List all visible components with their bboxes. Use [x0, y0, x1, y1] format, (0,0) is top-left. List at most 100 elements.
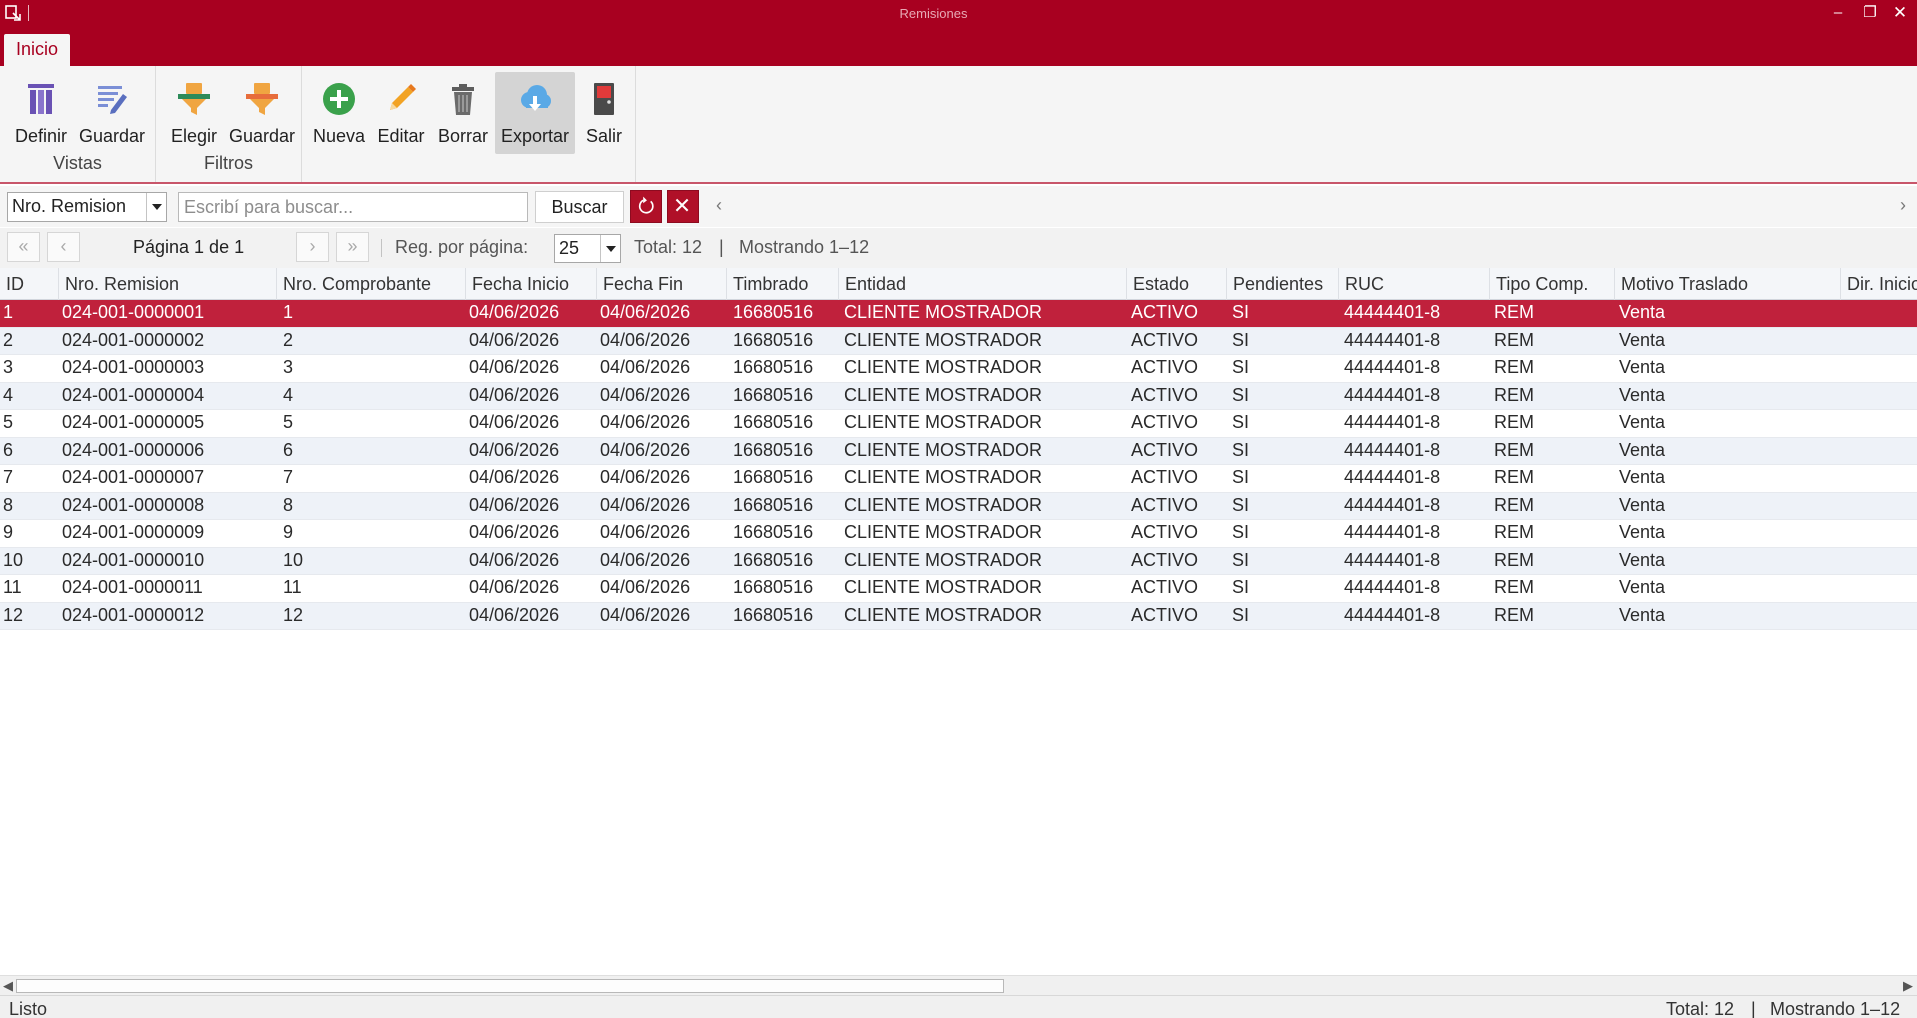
table-cell: 44444401-8 [1344, 467, 1441, 487]
table-cell: CLIENTE MOSTRADOR [844, 467, 1043, 487]
table-cell: 8 [283, 494, 294, 515]
table-cell: 16680516 [733, 357, 814, 377]
scroll-right-icon[interactable]: › [1900, 195, 1906, 216]
scroll-left-arrow-icon[interactable]: ◀ [3, 978, 13, 994]
table-row[interactable]: 12 024-001-0000012 12 04/06/2026 04/06/2026 1… [0, 602, 1917, 630]
table-cell: ACTIVO [1131, 522, 1199, 542]
salir-button[interactable]: Salir [578, 72, 630, 154]
column-header[interactable]: Nro. Comprobante [277, 268, 466, 300]
definir-label: Definir [14, 126, 67, 146]
pager-bar: « ‹ Página 1 de 1 › » Reg. por página: 2… [0, 228, 1917, 268]
table-cell: CLIENTE MOSTRADOR [844, 522, 1043, 542]
column-header[interactable]: RUC [1339, 268, 1490, 300]
table-row[interactable]: 8 024-001-0000008 8 04/06/2026 04/06/2026 166… [0, 492, 1917, 520]
restore-button[interactable]: ❐ [1857, 2, 1883, 24]
next-page-button[interactable]: › [296, 232, 329, 262]
search-field-select[interactable]: Nro. Remision [7, 192, 167, 222]
column-header[interactable]: Fecha Inicio [466, 268, 597, 300]
close-icon [675, 198, 689, 212]
table-cell: 44444401-8 [1344, 439, 1441, 460]
table-cell: 4 [283, 384, 294, 405]
table-cell: 024-001-0000008 [62, 494, 205, 515]
table-cell: 11 [3, 577, 22, 597]
exportar-button[interactable]: Exportar [495, 72, 575, 154]
table-cell: Venta [1619, 329, 1666, 350]
minimize-button[interactable]: – [1825, 2, 1851, 24]
table-cell: 16680516 [733, 577, 814, 597]
column-header[interactable]: ID [0, 268, 59, 300]
close-button[interactable]: ✕ [1887, 2, 1913, 24]
table-cell: 04/06/2026 [600, 467, 691, 487]
table-cell: 10 [283, 549, 304, 570]
table-cell: ACTIVO [1131, 302, 1199, 322]
column-header[interactable]: Entidad [839, 268, 1127, 300]
table-row[interactable]: 6 024-001-0000006 6 04/06/2026 04/06/2026 166… [0, 437, 1917, 465]
table-cell: SI [1232, 577, 1250, 597]
scroll-left-icon[interactable]: ‹ [716, 195, 722, 216]
table-row[interactable]: 7 024-001-0000007 7 04/06/2026 04/06/2026 166… [0, 465, 1917, 493]
guardar-filter-label: Guardar [228, 126, 296, 146]
table-row[interactable]: 3 024-001-0000003 3 04/06/2026 04/06/2026 166… [0, 355, 1917, 383]
table-cell: 024-001-0000002 [62, 329, 205, 350]
nueva-button[interactable]: Nueva [309, 72, 369, 154]
search-field-value: Nro. Remision [12, 196, 127, 216]
table-row[interactable]: 10 024-001-0000010 10 04/06/2026 04/06/2026 1… [0, 547, 1917, 575]
horizontal-scrollbar[interactable]: ◀ ▶ [0, 975, 1917, 995]
table-row[interactable]: 11 024-001-0000011 11 04/06/2026 04/06/2026 1… [0, 575, 1917, 603]
table-row[interactable]: 2 024-001-0000002 2 04/06/2026 04/06/2026 166… [0, 327, 1917, 355]
table-cell: 44444401-8 [1344, 302, 1441, 322]
table-cell: Venta [1619, 302, 1666, 322]
buscar-button[interactable]: Buscar [535, 191, 624, 223]
table-cell: SI [1232, 439, 1250, 460]
table-cell: 04/06/2026 [469, 577, 560, 597]
tab-inicio[interactable]: Inicio [4, 34, 70, 66]
borrar-button[interactable]: Borrar [433, 72, 493, 154]
table-cell: 04/06/2026 [600, 357, 691, 377]
table-cell: 04/06/2026 [469, 439, 560, 460]
column-header[interactable]: Tipo Comp. [1490, 268, 1615, 300]
page-indicator: Página 1 de 1 [133, 237, 245, 257]
table-cell: 2 [3, 329, 14, 350]
remisiones-table[interactable]: ID Nro. Remision Nro. Comprobante Fecha Ini… [0, 268, 1917, 975]
scrollbar-thumb[interactable] [16, 979, 1004, 993]
column-header[interactable]: Fecha Fin [597, 268, 727, 300]
last-page-button[interactable]: » [336, 232, 369, 262]
table-row[interactable]: 9 024-001-0000009 9 04/06/2026 04/06/2026 166… [0, 520, 1917, 548]
table-cell: REM [1494, 494, 1534, 515]
per-page-select[interactable]: 25 [554, 234, 621, 263]
refresh-button[interactable] [630, 190, 662, 223]
column-header[interactable]: Pendientes [1227, 268, 1339, 300]
search-input[interactable] [178, 192, 528, 222]
table-cell: 44444401-8 [1344, 577, 1441, 597]
column-header[interactable]: Timbrado [727, 268, 839, 300]
table-cell: 16680516 [733, 467, 814, 487]
table-cell: 16680516 [733, 302, 814, 322]
table-cell: ACTIVO [1131, 384, 1199, 405]
first-page-button[interactable]: « [7, 232, 40, 262]
scroll-right-arrow-icon[interactable]: ▶ [1903, 978, 1913, 994]
table-row[interactable]: 4 024-001-0000004 4 04/06/2026 04/06/2026 166… [0, 382, 1917, 410]
table-cell: Venta [1619, 604, 1666, 625]
guardar-view-button[interactable]: Guardar [76, 72, 148, 154]
table-cell: SI [1232, 302, 1250, 322]
clear-search-button[interactable] [667, 190, 699, 223]
table-row[interactable]: 5 024-001-0000005 5 04/06/2026 04/06/2026 166… [0, 410, 1917, 438]
column-header[interactable]: Estado [1127, 268, 1227, 300]
table-cell: 024-001-0000009 [62, 522, 205, 542]
editar-button[interactable]: Editar [372, 72, 430, 154]
guardar-filter-button[interactable]: Guardar [226, 72, 298, 154]
column-header[interactable]: Motivo Traslado [1615, 268, 1841, 300]
column-header[interactable]: Dir. Inicio [1841, 268, 1917, 300]
guardar-view-label: Guardar [78, 126, 146, 146]
table-cell: 7 [283, 467, 294, 487]
elegir-filter-button[interactable]: Elegir [162, 72, 226, 154]
table-row[interactable]: 1 024-001-0000001 1 04/06/2026 04/06/2026 166… [0, 300, 1917, 328]
status-text: Listo [9, 999, 48, 1018]
definir-view-button[interactable]: Definir [8, 72, 74, 154]
table-cell: SI [1232, 549, 1250, 570]
table-cell: CLIENTE MOSTRADOR [844, 439, 1043, 460]
table-cell: 16680516 [733, 494, 814, 515]
prev-page-button[interactable]: ‹ [47, 232, 80, 262]
column-header[interactable]: Nro. Remision [59, 268, 277, 300]
title-bar: Remisiones – ❐ ✕ [0, 0, 1917, 27]
